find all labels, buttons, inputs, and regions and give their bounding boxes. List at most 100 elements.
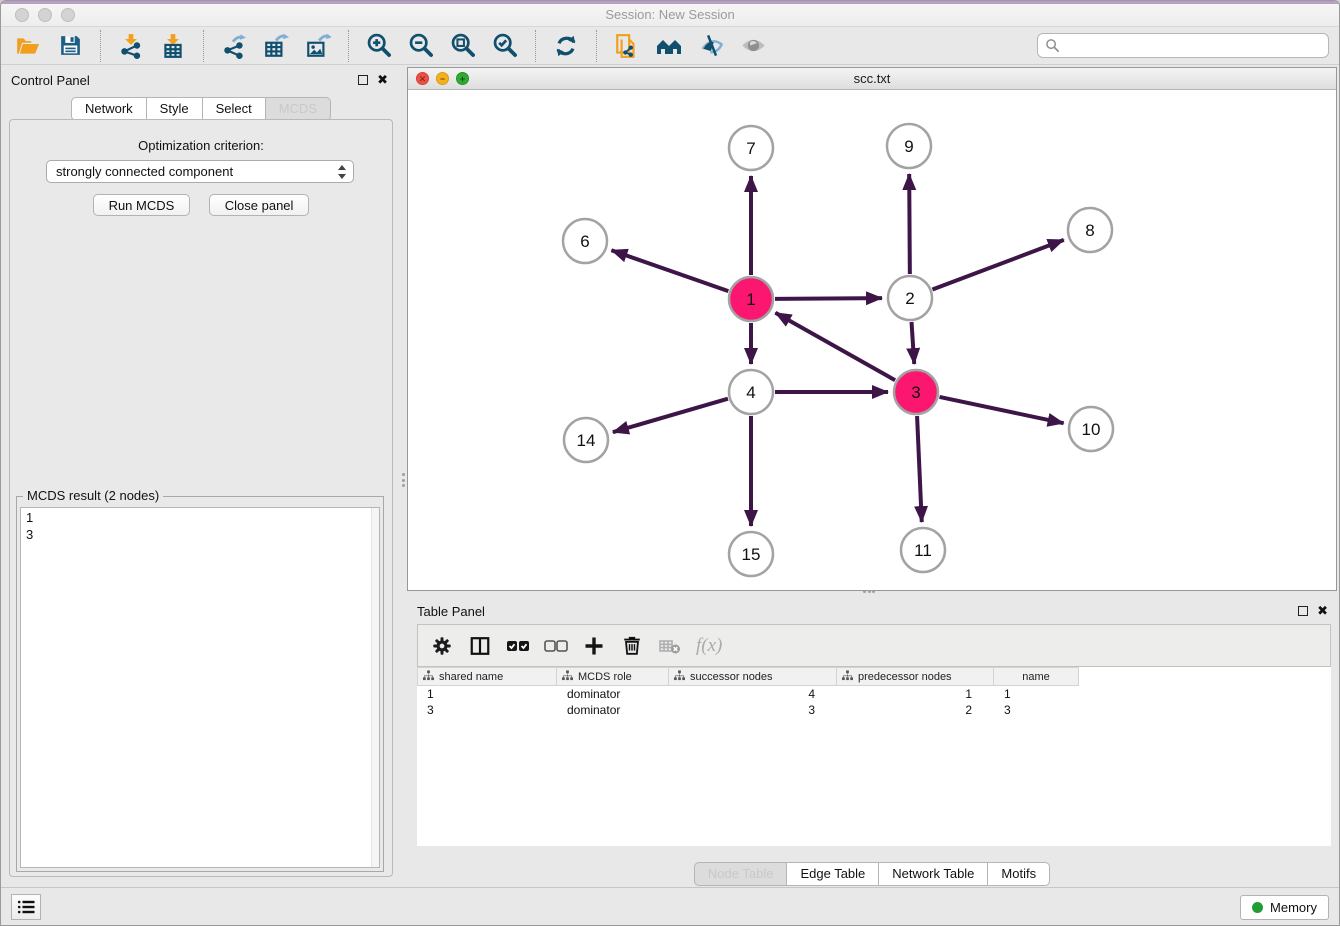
zoom-in-icon[interactable] (363, 30, 395, 62)
table-row[interactable]: 3dominator323 (417, 702, 1331, 718)
save-session-icon[interactable] (54, 30, 86, 62)
function-builder-icon[interactable]: f(x) (696, 635, 722, 657)
float-table-panel-icon[interactable] (1298, 606, 1308, 616)
select-all-columns-icon[interactable] (504, 632, 532, 660)
vertical-splitter[interactable] (402, 473, 406, 487)
network-maximize-icon[interactable]: + (456, 72, 469, 85)
network-minimize-icon[interactable]: − (436, 72, 449, 85)
memory-status-icon (1252, 902, 1263, 913)
table-cell: 4 (669, 687, 837, 701)
graph-node-11[interactable]: 11 (901, 528, 945, 572)
horizontal-splitter[interactable] (863, 590, 875, 594)
table-row[interactable]: 1dominator411 (417, 686, 1331, 702)
graph-node-15[interactable]: 15 (729, 532, 773, 576)
graph-edge-1-6[interactable] (611, 250, 728, 291)
graph-node-7[interactable]: 7 (729, 126, 773, 170)
run-mcds-button[interactable]: Run MCDS (93, 194, 191, 216)
optimization-criterion-label: Optimization criterion: (10, 138, 392, 153)
search-field[interactable] (1037, 33, 1329, 58)
graph-node-10[interactable]: 10 (1069, 407, 1113, 451)
network-close-icon[interactable]: ✕ (416, 72, 429, 85)
zoom-fit-icon[interactable] (447, 30, 479, 62)
zoom-out-icon[interactable] (405, 30, 437, 62)
unselect-all-columns-icon[interactable] (542, 632, 570, 660)
column-header-name[interactable]: name (994, 667, 1079, 686)
graph-edge-2-9[interactable] (909, 174, 910, 274)
delete-columns-icon[interactable] (618, 632, 646, 660)
close-panel-button[interactable]: Close panel (209, 194, 310, 216)
graph-edge-2-8[interactable] (932, 240, 1063, 290)
svg-text:9: 9 (904, 137, 913, 156)
graph-node-6[interactable]: 6 (563, 219, 607, 263)
table-cell: 2 (837, 703, 994, 717)
export-network-icon[interactable] (218, 30, 250, 62)
control-panel-tabs: NetworkStyleSelectMCDS (1, 97, 401, 121)
toolbar-separator (100, 30, 101, 62)
svg-text:1: 1 (746, 290, 755, 309)
tab-node-table[interactable]: Node Table (694, 862, 788, 886)
table-tabs: Node TableEdge TableNetwork TableMotifs (407, 862, 1337, 886)
graph-node-9[interactable]: 9 (887, 124, 931, 168)
column-header-predecessor-nodes[interactable]: predecessor nodes (837, 667, 994, 686)
tab-edge-table[interactable]: Edge Table (787, 862, 879, 886)
zoom-selected-icon[interactable] (489, 30, 521, 62)
column-header-mcds-role[interactable]: MCDS role (557, 667, 669, 686)
import-table-icon[interactable] (157, 30, 189, 62)
import-network-icon[interactable] (115, 30, 147, 62)
export-image-icon[interactable] (302, 30, 334, 62)
table-cell: 3 (994, 703, 1079, 717)
tab-style[interactable]: Style (147, 97, 203, 121)
graph-edge-3-10[interactable] (939, 397, 1063, 423)
graph-node-1[interactable]: 1 (729, 277, 773, 321)
table-panel: Table Panel ✖ (407, 596, 1337, 889)
memory-button[interactable]: Memory (1240, 895, 1329, 920)
mcds-pane: Optimization criterion: strongly connect… (9, 119, 393, 877)
show-columns-icon[interactable] (466, 632, 494, 660)
delete-table-icon[interactable] (656, 632, 684, 660)
birds-eye-view-icon[interactable] (737, 30, 769, 62)
graph-node-8[interactable]: 8 (1068, 208, 1112, 252)
graph-node-3[interactable]: 3 (894, 370, 938, 414)
graph-edge-3-11[interactable] (917, 416, 922, 522)
float-panel-icon[interactable] (358, 75, 368, 85)
task-history-button[interactable] (11, 894, 41, 920)
apply-layout-icon[interactable] (550, 30, 582, 62)
toolbar-separator (596, 30, 597, 62)
graph-edge-4-14[interactable] (613, 399, 728, 432)
graph-node-14[interactable]: 14 (564, 418, 608, 462)
graph-edge-3-1[interactable] (775, 313, 895, 380)
table-mode-icon[interactable] (428, 632, 456, 660)
graph-edge-2-3[interactable] (912, 322, 915, 364)
graph-edge-1-2[interactable] (775, 298, 882, 299)
criterion-dropdown[interactable]: strongly connected component (46, 160, 354, 183)
column-header-shared-name[interactable]: shared name (417, 667, 557, 686)
mcds-result-item[interactable]: 1 (26, 509, 374, 526)
graphics-details-icon[interactable] (695, 30, 727, 62)
svg-text:14: 14 (577, 431, 596, 450)
export-table-icon[interactable] (260, 30, 292, 62)
list-icon (17, 899, 35, 915)
close-panel-icon[interactable]: ✖ (377, 72, 388, 88)
tab-mcds[interactable]: MCDS (266, 97, 331, 121)
tab-select[interactable]: Select (203, 97, 266, 121)
mcds-result-item[interactable]: 3 (26, 526, 374, 543)
graph-node-2[interactable]: 2 (888, 276, 932, 320)
search-input[interactable] (1060, 36, 1328, 56)
svg-text:10: 10 (1082, 420, 1101, 439)
column-header-successor-nodes[interactable]: successor nodes (669, 667, 837, 686)
create-column-icon[interactable] (580, 632, 608, 660)
network-canvas[interactable]: 7 9 6 8 1 2 4 3 14 10 15 11 (408, 90, 1336, 590)
tab-network-table[interactable]: Network Table (879, 862, 988, 886)
svg-text:2: 2 (905, 289, 914, 308)
graph-node-4[interactable]: 4 (729, 370, 773, 414)
tab-motifs[interactable]: Motifs (988, 862, 1050, 886)
result-scrollbar[interactable] (371, 508, 379, 867)
table-cell: dominator (557, 687, 669, 701)
tab-network[interactable]: Network (71, 97, 147, 121)
close-table-panel-icon[interactable]: ✖ (1317, 603, 1328, 619)
attribute-icon (842, 670, 853, 684)
mcds-result-list[interactable]: 13 (20, 507, 380, 868)
first-neighbors-icon[interactable] (653, 30, 685, 62)
clone-network-icon[interactable] (611, 30, 643, 62)
open-session-icon[interactable] (12, 30, 44, 62)
